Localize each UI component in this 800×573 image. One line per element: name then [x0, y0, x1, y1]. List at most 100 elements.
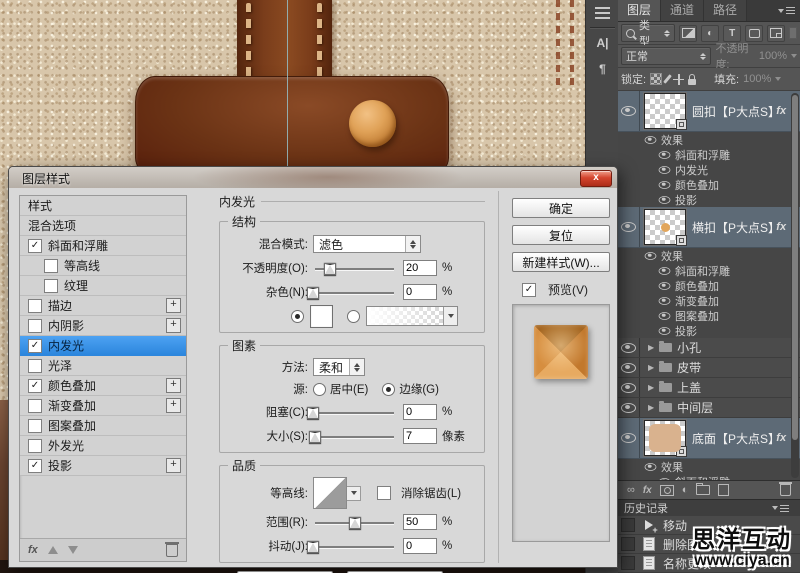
effect-row[interactable]: 颜色叠加 [618, 278, 800, 293]
style-checkbox[interactable] [28, 399, 42, 413]
opacity-value[interactable]: 100% [759, 50, 787, 62]
history-menu-icon[interactable] [767, 505, 794, 512]
gradient-radio[interactable] [347, 310, 360, 323]
filter-type-dropdown[interactable]: 类型 [621, 24, 675, 42]
blend-mode-dropdown[interactable]: 正常 [621, 47, 711, 65]
fx-badge[interactable]: fx [776, 432, 786, 444]
visibility-eye-icon[interactable] [645, 136, 657, 144]
visibility-eye-icon[interactable] [659, 151, 671, 159]
ok-button[interactable]: 确定 [512, 198, 610, 218]
add-effect-instance-button[interactable]: + [166, 398, 181, 413]
filter-shape-layers-icon[interactable] [745, 25, 763, 42]
visibility-eye-icon[interactable] [659, 196, 671, 204]
panel-menu-icon[interactable] [773, 0, 800, 21]
layer-thumbnail[interactable] [644, 93, 686, 129]
filter-adjustment-layers-icon[interactable]: ◐ [701, 25, 719, 42]
add-effect-instance-button[interactable]: + [166, 298, 181, 313]
style-checkbox[interactable] [44, 259, 58, 273]
delete-effect-icon[interactable] [166, 544, 178, 557]
glow-color-swatch[interactable] [310, 305, 333, 328]
fill-value[interactable]: 100% [743, 73, 771, 85]
visibility-eye-icon[interactable] [659, 166, 671, 174]
history-source-box[interactable] [621, 518, 635, 532]
gradient-dropdown-icon[interactable] [443, 307, 457, 325]
expand-triangle-icon[interactable]: ▶ [648, 403, 654, 412]
delete-layer-icon[interactable] [780, 484, 791, 496]
effect-row[interactable]: 斜面和浮雕 [618, 263, 800, 278]
effect-row[interactable]: 颜色叠加 [618, 177, 800, 192]
style-item[interactable]: 纹理 [20, 276, 186, 296]
style-checkbox[interactable]: ✓ [28, 239, 42, 253]
close-button[interactable]: x [580, 170, 612, 187]
new-style-button[interactable]: 新建样式(W)... [512, 252, 610, 272]
choke-slider[interactable] [313, 403, 396, 421]
add-effect-instance-button[interactable]: + [166, 378, 181, 393]
effect-row[interactable]: 斜面和浮雕 [618, 147, 800, 162]
style-item[interactable]: ✓颜色叠加+ [20, 376, 186, 396]
visibility-eye-icon[interactable] [659, 181, 671, 189]
visibility-eye-icon[interactable] [659, 267, 671, 275]
layer-group-row[interactable]: ▶中间层 [618, 398, 800, 418]
tab-channels[interactable]: 通道 [661, 0, 704, 21]
visibility-eye-icon[interactable] [659, 297, 671, 305]
jitter-slider[interactable] [313, 537, 396, 555]
size-slider[interactable] [313, 427, 396, 445]
visibility-eye-icon[interactable] [645, 252, 657, 260]
filter-toggle-icon[interactable] [789, 27, 797, 39]
style-item[interactable]: 等高线 [20, 256, 186, 276]
effect-row[interactable]: 内发光 [618, 162, 800, 177]
visibility-eye-icon[interactable] [621, 433, 636, 443]
style-item[interactable]: 光泽 [20, 356, 186, 376]
style-item[interactable]: 混合选项 [20, 216, 186, 236]
layer-effects-icon[interactable]: fx [643, 485, 652, 496]
expand-triangle-icon[interactable]: ▶ [648, 343, 654, 352]
jitter-input[interactable] [403, 538, 437, 554]
add-mask-icon[interactable] [660, 485, 674, 496]
visibility-eye-icon[interactable] [621, 403, 636, 413]
layer-group-row[interactable]: ▶上盖 [618, 378, 800, 398]
style-item[interactable]: 内阴影+ [20, 316, 186, 336]
style-checkbox[interactable]: ✓ [28, 339, 42, 353]
contour-thumbnail[interactable] [313, 477, 347, 509]
style-checkbox[interactable]: ✓ [28, 459, 42, 473]
fx-badge[interactable]: fx [776, 105, 786, 117]
visibility-eye-icon[interactable] [621, 383, 636, 393]
lock-transparency-icon[interactable] [650, 73, 662, 85]
size-input[interactable] [403, 428, 437, 444]
style-item[interactable]: 描边+ [20, 296, 186, 316]
layer-row[interactable]: 圆扣【P大点S】fx▲ [618, 91, 800, 132]
style-item[interactable]: 图案叠加 [20, 416, 186, 436]
history-panel-header[interactable]: 历史记录 [618, 499, 800, 516]
lock-all-icon[interactable] [688, 79, 696, 85]
opacity-dropdown-icon[interactable] [791, 54, 797, 58]
dialog-titlebar[interactable]: 图层样式 x [9, 167, 617, 189]
gradient-picker[interactable] [366, 306, 458, 326]
visibility-eye-icon[interactable] [645, 463, 657, 471]
noise-input[interactable] [403, 284, 437, 300]
effects-header-row[interactable]: 效果 [618, 459, 800, 474]
paragraph-panel-icon[interactable]: ¶ [586, 56, 619, 82]
expand-triangle-icon[interactable]: ▶ [648, 383, 654, 392]
noise-slider[interactable] [313, 283, 396, 301]
opacity-slider[interactable] [313, 259, 396, 277]
filter-type-layers-icon[interactable]: T [723, 25, 741, 42]
history-source-box[interactable] [621, 556, 635, 570]
antialias-checkbox[interactable] [377, 486, 391, 500]
history-source-box[interactable] [621, 537, 635, 551]
layer-row[interactable]: 横扣【P大点S】fx▲ [618, 207, 800, 248]
contour-dropdown-icon[interactable] [347, 486, 361, 501]
visibility-eye-icon[interactable] [659, 327, 671, 335]
layer-thumbnail[interactable] [644, 420, 686, 456]
add-effect-instance-button[interactable]: + [166, 318, 181, 333]
fill-dropdown-icon[interactable] [775, 77, 781, 81]
fx-badge[interactable]: fx [776, 221, 786, 233]
method-select[interactable]: 柔和 [313, 358, 365, 376]
visibility-eye-icon[interactable] [621, 222, 636, 232]
preview-checkbox[interactable]: ✓ [522, 283, 536, 297]
new-layer-icon[interactable] [718, 484, 729, 496]
style-checkbox[interactable] [44, 279, 58, 293]
style-item[interactable]: ✓内发光 [20, 336, 186, 356]
lock-pixels-icon[interactable] [663, 74, 672, 84]
move-effect-up-icon[interactable] [48, 546, 58, 554]
style-item[interactable]: 样式 [20, 196, 186, 216]
